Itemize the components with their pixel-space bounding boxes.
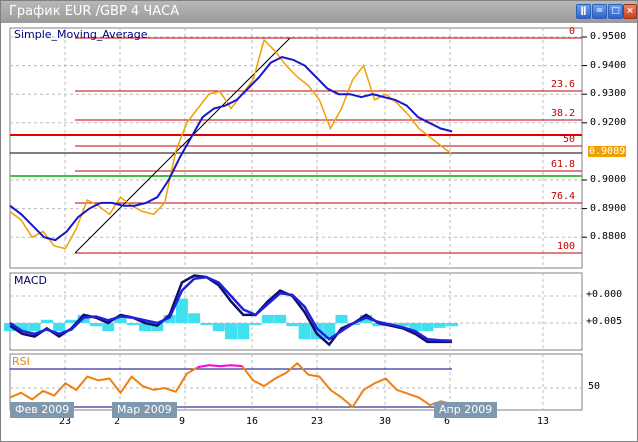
chart-canvas[interactable] bbox=[0, 0, 638, 442]
macd-histogram-bar bbox=[249, 323, 262, 325]
macd-histogram-bar bbox=[446, 323, 458, 327]
time-tick: 23 bbox=[311, 416, 324, 427]
time-tick: 9 bbox=[179, 416, 186, 427]
price-tick: 0.8900 bbox=[590, 202, 627, 214]
fib-level-label: 23.6 bbox=[551, 79, 576, 90]
price-tick: 0.9000 bbox=[590, 174, 627, 185]
fib-level-label: 50 bbox=[563, 134, 576, 145]
macd-histogram-bar bbox=[261, 314, 274, 323]
macd-panel bbox=[9, 272, 583, 351]
fib-level-label: 100 bbox=[557, 241, 576, 252]
current-price-tag: 0.9089 bbox=[588, 146, 627, 157]
macd-label: MACD bbox=[14, 274, 47, 287]
time-tick: 16 bbox=[246, 416, 259, 427]
fib-level-label: 76.4 bbox=[551, 191, 576, 202]
price-tick: 0.9200 bbox=[590, 116, 627, 128]
macd-histogram-bar bbox=[433, 323, 446, 328]
macd-histogram-bar bbox=[237, 323, 250, 340]
macd-histogram-bar bbox=[286, 323, 299, 327]
fib-level-label: 61.8 bbox=[551, 159, 576, 170]
price-tick: 0.9300 bbox=[590, 88, 627, 100]
macd-histogram-bar bbox=[298, 323, 311, 340]
macd-histogram-bar bbox=[225, 323, 237, 340]
month-tag-mar: Мар 2009 bbox=[112, 402, 177, 418]
macd-histogram-bar bbox=[212, 323, 225, 332]
fib-level-label: 38.2 bbox=[551, 108, 576, 119]
sma-label: Simple_Moving_Average bbox=[14, 28, 148, 41]
macd-histogram-bar bbox=[421, 323, 434, 332]
price-tick: 0.9400 bbox=[590, 59, 627, 71]
time-tick: 13 bbox=[537, 416, 550, 427]
macd-histogram-bar bbox=[28, 323, 41, 332]
rsi-overbought-segment bbox=[230, 364, 243, 368]
macd-histogram-bar bbox=[188, 313, 201, 323]
month-tag-feb: Фев 2009 bbox=[10, 402, 75, 418]
rsi-tick: 50 bbox=[588, 381, 601, 392]
fib-level-label: 0 bbox=[569, 26, 576, 37]
rsi-overbought-segment bbox=[208, 364, 221, 368]
macd-tick: +0.005 bbox=[586, 316, 623, 327]
price-tick: 0.9500 bbox=[590, 31, 627, 42]
rsi-label: RSI bbox=[12, 355, 30, 368]
macd-histogram-bar bbox=[89, 323, 102, 327]
month-tag-apr: Апр 2009 bbox=[434, 402, 498, 418]
macd-tick: +0.000 bbox=[586, 289, 623, 300]
macd-histogram-bar bbox=[53, 323, 66, 332]
rsi-overbought-segment bbox=[219, 364, 232, 368]
macd-histogram-bar bbox=[126, 323, 139, 325]
macd-histogram-bar bbox=[274, 314, 287, 323]
macd-histogram-bar bbox=[335, 314, 348, 323]
price-tick: 0.8800 bbox=[590, 231, 627, 243]
macd-histogram-bar bbox=[200, 323, 213, 325]
time-tick: 30 bbox=[379, 416, 392, 427]
macd-histogram-bar bbox=[40, 319, 53, 323]
